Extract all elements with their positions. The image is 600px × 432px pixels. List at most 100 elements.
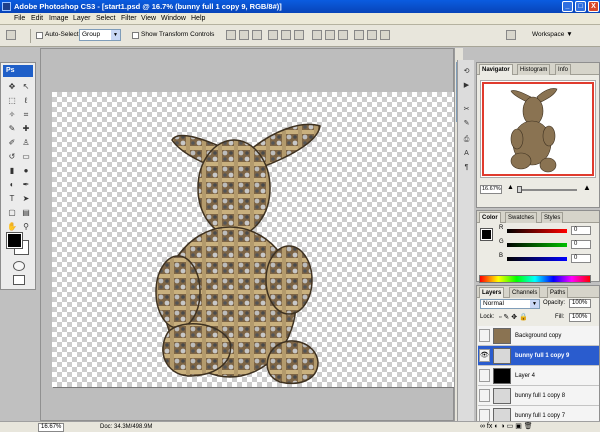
green-value[interactable]: 0 <box>571 240 591 249</box>
color-spectrum[interactable] <box>479 275 591 283</box>
crop-tool-icon[interactable]: ⌗ <box>20 109 32 120</box>
distribute-right-icon[interactable] <box>380 30 390 40</box>
navigator-zoom-field[interactable]: 16.67% <box>480 185 502 194</box>
slice-tool-icon[interactable]: ✎ <box>6 123 18 134</box>
foreground-color-swatch[interactable] <box>6 232 23 249</box>
tab-styles[interactable]: Styles <box>541 212 564 223</box>
move-tool-icon[interactable]: ✥ <box>6 81 18 92</box>
screen-mode-button[interactable] <box>13 275 25 285</box>
layer-row-layer-4[interactable]: Layer 4 <box>478 366 599 386</box>
path-selection-tool-icon[interactable]: ➤ <box>20 193 32 204</box>
navigator-viewbox[interactable] <box>482 82 594 176</box>
paragraph-panel-icon[interactable]: ¶ <box>461 162 472 173</box>
menu-help[interactable]: Help <box>191 13 205 25</box>
tab-color[interactable]: Color <box>479 212 501 223</box>
blend-mode-dropdown[interactable]: Normal ▼ <box>480 299 540 309</box>
magic-wand-tool-icon[interactable]: ✧ <box>6 109 18 120</box>
tab-navigator[interactable]: Navigator <box>479 64 513 75</box>
eye-icon[interactable]: 👁 <box>479 349 490 362</box>
green-slider[interactable] <box>507 243 567 247</box>
menu-filter[interactable]: Filter <box>121 13 137 25</box>
menu-window[interactable]: Window <box>161 13 186 25</box>
workspace-menu[interactable]: Workspace ▼ <box>532 31 573 38</box>
notes-tool-icon[interactable]: ▤ <box>20 207 32 218</box>
zoom-slider-knob[interactable] <box>517 186 522 193</box>
opacity-field[interactable]: 100% <box>569 299 591 308</box>
healing-brush-tool-icon[interactable]: ✚ <box>20 123 32 134</box>
history-brush-tool-icon[interactable]: ↺ <box>6 151 18 162</box>
navigator-preview[interactable] <box>480 80 596 178</box>
menu-layer[interactable]: Layer <box>73 13 91 25</box>
red-slider[interactable] <box>507 229 567 233</box>
type-tool-icon[interactable]: T <box>6 193 18 204</box>
lasso-tool-icon[interactable]: ℓ <box>20 95 32 106</box>
eraser-tool-icon[interactable]: ▭ <box>20 151 32 162</box>
menu-file[interactable]: File <box>14 13 25 25</box>
align-top-icon[interactable] <box>226 30 236 40</box>
canvas[interactable] <box>52 92 454 387</box>
red-value[interactable]: 0 <box>571 226 591 235</box>
dodge-tool-icon[interactable]: ◐ <box>6 179 18 190</box>
tool-presets-icon[interactable]: ✂ <box>461 104 472 115</box>
distribute-bottom-icon[interactable] <box>338 30 348 40</box>
menu-view[interactable]: View <box>141 13 156 25</box>
bridge-icon[interactable] <box>506 30 516 40</box>
blue-slider[interactable] <box>507 257 567 261</box>
history-panel-icon[interactable]: ⟲ <box>461 66 472 77</box>
layer-row-background-copy[interactable]: Background copy <box>478 326 599 346</box>
fill-field[interactable]: 100% <box>569 313 591 322</box>
visibility-toggle[interactable] <box>479 369 490 382</box>
actions-panel-icon[interactable]: ▶ <box>461 80 472 91</box>
close-button[interactable]: X <box>588 1 599 12</box>
auto-select-dropdown[interactable]: Group ▼ <box>79 29 121 41</box>
visibility-toggle[interactable] <box>479 389 490 402</box>
brush-tool-icon[interactable]: ✐ <box>6 137 18 148</box>
align-center-icon[interactable] <box>281 30 291 40</box>
gradient-tool-icon[interactable]: ▮ <box>6 165 18 176</box>
artboard-icon[interactable]: ↖ <box>20 81 32 92</box>
menu-edit[interactable]: Edit <box>31 13 43 25</box>
tab-paths[interactable]: Paths <box>547 287 569 298</box>
maximize-button[interactable]: □ <box>575 1 586 12</box>
minimize-button[interactable]: _ <box>562 1 573 12</box>
navigator-zoom-slider[interactable] <box>517 186 577 193</box>
color-fg-swatch[interactable] <box>480 228 493 241</box>
quick-mask-button[interactable] <box>13 261 25 271</box>
distribute-center-icon[interactable] <box>367 30 377 40</box>
character-panel-icon[interactable]: A <box>461 148 472 159</box>
blue-value[interactable]: 0 <box>571 254 591 263</box>
show-transform-checkbox[interactable] <box>132 32 139 39</box>
layer-row-bunny-copy-7[interactable]: bunny full 1 copy 7 <box>478 406 599 422</box>
visibility-toggle[interactable] <box>479 329 490 342</box>
status-zoom-field[interactable]: 16.67% <box>38 423 64 432</box>
align-left-icon[interactable] <box>268 30 278 40</box>
brushes-panel-icon[interactable]: ✎ <box>461 118 472 129</box>
clone-stamp-tool-icon[interactable]: ♙ <box>20 137 32 148</box>
tab-channels[interactable]: Channels <box>509 287 541 298</box>
distribute-middle-icon[interactable] <box>325 30 335 40</box>
document-info[interactable]: Doc: 34.3M/498.9M <box>100 423 152 432</box>
auto-select-checkbox[interactable] <box>36 32 43 39</box>
shape-tool-icon[interactable]: ▢ <box>6 207 18 218</box>
distribute-top-icon[interactable] <box>312 30 322 40</box>
layer-actions-icons[interactable]: ∞ fx ◐ ◑ ▭ ▣ 🗑 <box>480 422 533 432</box>
align-middle-icon[interactable] <box>239 30 249 40</box>
blur-tool-icon[interactable]: ● <box>20 165 32 176</box>
clone-source-icon[interactable]: ⎙ <box>461 134 472 145</box>
zoom-tool-icon[interactable]: ⚲ <box>20 221 32 232</box>
marquee-tool-icon[interactable]: ⬚ <box>6 95 18 106</box>
tab-swatches[interactable]: Swatches <box>505 212 538 223</box>
tab-layers[interactable]: Layers <box>479 287 505 298</box>
zoom-out-icon[interactable]: ▲ <box>507 184 514 191</box>
align-bottom-icon[interactable] <box>252 30 262 40</box>
tab-info[interactable]: Info <box>555 64 572 75</box>
menu-image[interactable]: Image <box>49 13 68 25</box>
layer-row-bunny-copy-8[interactable]: bunny full 1 copy 8 <box>478 386 599 406</box>
pen-tool-icon[interactable]: ✒ <box>20 179 32 190</box>
lock-icons[interactable]: ▫ ✎ ✥ 🔒 <box>499 313 528 321</box>
layer-row-bunny-copy-9[interactable]: 👁 bunny full 1 copy 9 <box>478 346 599 366</box>
move-tool-preset-icon[interactable] <box>6 30 16 40</box>
align-right-icon[interactable] <box>294 30 304 40</box>
hand-tool-icon[interactable]: ✋ <box>6 221 18 232</box>
distribute-left-icon[interactable] <box>354 30 364 40</box>
